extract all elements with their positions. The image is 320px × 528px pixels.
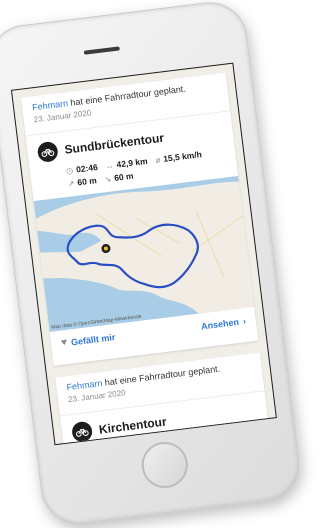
user-link[interactable]: Fehmarn — [32, 98, 69, 112]
user-link[interactable]: Fehmarn — [66, 378, 103, 392]
descent-stat: ↘ 60 m — [104, 170, 135, 184]
ascent-arrow-icon: ↗ — [67, 178, 75, 189]
chevron-right-icon: › — [242, 315, 247, 326]
heart-icon: ♥ — [60, 337, 68, 349]
ascent-stat: ↗ 60 m — [67, 175, 98, 189]
bicycle-icon — [36, 140, 59, 164]
tour-feed-card: Fehmarn hat eine Fahrradtour geplant. 23… — [55, 352, 271, 446]
phone-device: Fehmarn hat eine Fahrradtour geplant. 23… — [0, 0, 304, 528]
bicycle-icon — [70, 420, 94, 443]
distance-icon: ↔ — [105, 160, 115, 171]
view-button[interactable]: Ansehen › — [200, 316, 246, 331]
home-button[interactable] — [139, 439, 191, 491]
tour-title: Kirchentour — [98, 414, 168, 437]
tour-feed-card: Fehmarn hat eine Fahrradtour geplant. 23… — [20, 72, 259, 366]
speaker-grille — [83, 46, 120, 55]
distance-stat: ↔ 42,9 km — [105, 155, 149, 171]
phone-body: Fehmarn hat eine Fahrradtour geplant. 23… — [0, 0, 304, 528]
like-button[interactable]: ♥ Gefällt mir — [60, 331, 115, 349]
app-screen: Fehmarn hat eine Fahrradtour geplant. 23… — [10, 62, 277, 446]
speed-icon: ⌀ — [154, 154, 161, 165]
speed-stat: ⌀ 15,5 km/h — [154, 149, 203, 165]
descent-arrow-icon: ↘ — [104, 173, 112, 184]
clock-icon: ◷ — [65, 165, 74, 176]
route-map[interactable]: Map data © OpenStreetMap-Mitwirkende — [33, 175, 255, 333]
duration-stat: ◷ 02:46 — [65, 161, 99, 176]
